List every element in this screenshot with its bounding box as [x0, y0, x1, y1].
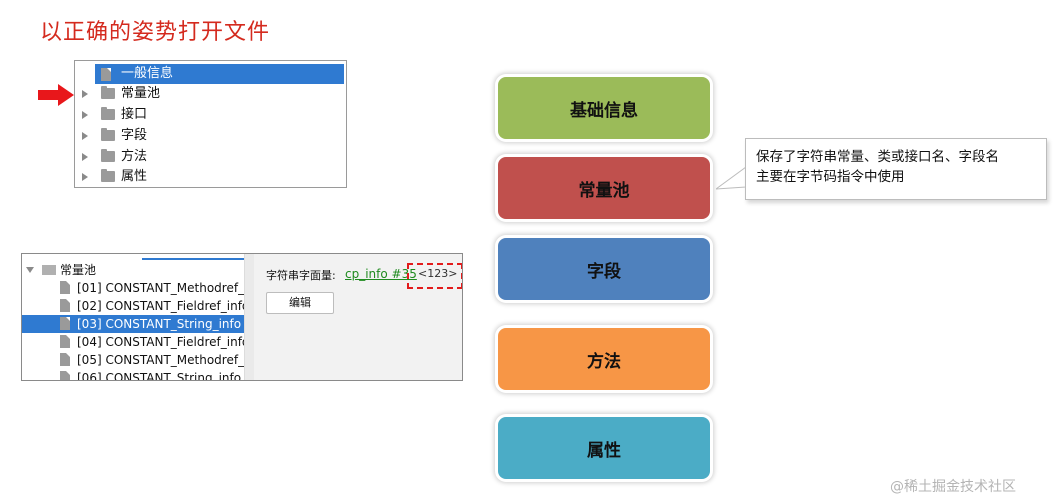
- open-folder-icon: [42, 265, 56, 275]
- list-item-label: [01] CONSTANT_Methodref_inf: [77, 281, 244, 295]
- string-literal-label: 字符串字面量:: [266, 269, 336, 282]
- detail-pane: 字符串字面量: cp_info #35 <123> 编辑: [254, 254, 462, 380]
- list-item-label: [04] CONSTANT_Fieldref_info: [77, 335, 244, 349]
- watermark: @稀土掘金技术社区: [890, 479, 1016, 495]
- tree-item-interfaces[interactable]: 接口: [75, 105, 346, 125]
- list-item[interactable]: [01] CONSTANT_Methodref_inf: [22, 279, 244, 297]
- expand-arrow-icon[interactable]: [82, 153, 88, 161]
- list-item[interactable]: [02] CONSTANT_Fieldref_info: [22, 297, 244, 315]
- list-item[interactable]: [06] CONSTANT_String_info: [22, 369, 244, 381]
- list-item-label: [05] CONSTANT_Methodref_inf: [77, 353, 244, 367]
- file-icon: [101, 68, 111, 81]
- file-icon: [60, 299, 70, 312]
- tree-item-general-info[interactable]: 一般信息: [95, 64, 344, 84]
- constant-pool-list: 常量池 [01] CONSTANT_Methodref_inf [02] CON…: [22, 254, 260, 381]
- tree-item-label: 字段: [121, 128, 148, 143]
- folder-icon: [101, 128, 115, 141]
- tree-item-label: 属性: [121, 169, 148, 184]
- file-icon: [60, 281, 70, 294]
- callout-pointer: [716, 166, 746, 190]
- folder-icon: [101, 169, 115, 182]
- callout-line-2: 主要在字节码指令中使用: [756, 169, 905, 185]
- expand-arrow-icon[interactable]: [82, 90, 88, 98]
- expand-arrow-icon[interactable]: [82, 173, 88, 181]
- box-basic-info: 基础信息: [498, 77, 710, 139]
- file-icon: [60, 353, 70, 366]
- callout-note: 保存了字符串常量、类或接口名、字段名 主要在字节码指令中使用: [745, 138, 1047, 200]
- collapse-arrow-icon[interactable]: [26, 267, 34, 273]
- page-title: 以正确的姿势打开文件: [40, 20, 271, 45]
- expand-arrow-icon[interactable]: [82, 132, 88, 140]
- constant-pool-panel: 常量池 [01] CONSTANT_Methodref_inf [02] CON…: [21, 253, 463, 381]
- tree-item-label: 一般信息: [121, 66, 174, 81]
- file-icon: [60, 317, 70, 330]
- callout-line-1: 保存了字符串常量、类或接口名、字段名: [756, 149, 999, 165]
- edit-button[interactable]: 编辑: [266, 292, 334, 314]
- tree-item-label: 常量池: [60, 263, 97, 277]
- tree-item-constant-pool[interactable]: 常量池: [75, 84, 346, 104]
- list-top-indicator: [142, 258, 260, 260]
- list-item[interactable]: [05] CONSTANT_Methodref_inf: [22, 351, 244, 369]
- list-item-label: [06] CONSTANT_String_info: [77, 371, 242, 381]
- folder-icon: [101, 86, 115, 99]
- tree-item-constant-pool-root[interactable]: 常量池: [22, 261, 244, 279]
- tree-item-label: 常量池: [121, 86, 161, 101]
- list-item-label: [02] CONSTANT_Fieldref_info: [77, 299, 244, 313]
- file-icon: [60, 335, 70, 348]
- list-item[interactable]: [04] CONSTANT_Fieldref_info: [22, 333, 244, 351]
- red-arrow-icon: [38, 84, 74, 106]
- box-fields: 字段: [498, 238, 710, 300]
- box-attributes: 属性: [498, 417, 710, 479]
- expand-arrow-icon[interactable]: [82, 111, 88, 119]
- tree-item-label: 接口: [121, 107, 148, 122]
- tree-item-attributes[interactable]: 属性: [75, 167, 346, 187]
- class-file-tree: 一般信息 常量池 接口 字段 方法 属性: [74, 60, 347, 188]
- folder-icon: [101, 107, 115, 120]
- tree-item-methods[interactable]: 方法: [75, 147, 346, 167]
- list-item-selected[interactable]: [03] CONSTANT_String_info: [22, 315, 244, 333]
- file-icon: [60, 371, 70, 380]
- string-value: <123>: [418, 267, 458, 280]
- tree-item-label: 方法: [121, 149, 148, 164]
- box-methods: 方法: [498, 328, 710, 390]
- box-constant-pool: 常量池: [498, 157, 710, 219]
- tree-item-fields[interactable]: 字段: [75, 126, 346, 146]
- list-item-label: [03] CONSTANT_String_info: [77, 317, 242, 331]
- folder-icon: [101, 149, 115, 162]
